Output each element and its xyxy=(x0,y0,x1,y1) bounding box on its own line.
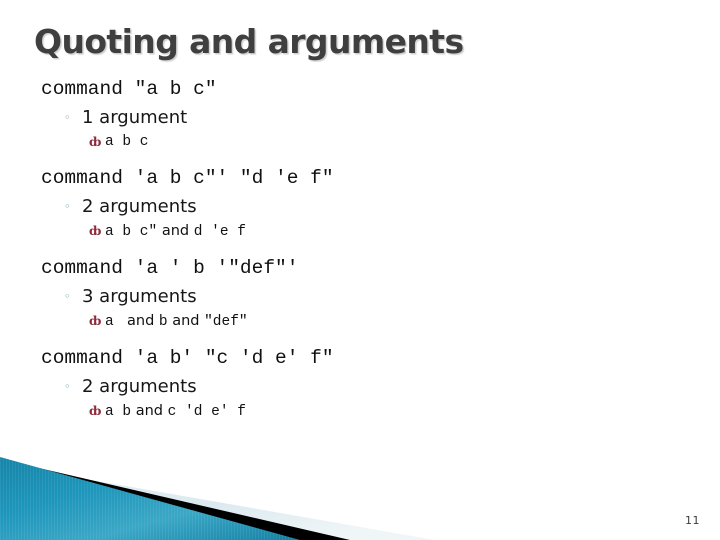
conjunction-and: and xyxy=(122,313,159,329)
command-line: command "a b c" xyxy=(41,78,217,100)
argument-value: a b c xyxy=(105,134,149,150)
command-line: command 'a b' "c 'd e' f" xyxy=(41,347,334,369)
conjunction-and: and xyxy=(157,223,194,239)
conjunction-and: and xyxy=(131,403,168,419)
argument-count-item: ◦ 2 arguments xyxy=(0,373,720,400)
argument-value: d 'e f xyxy=(193,224,246,240)
hollow-circle-bullet-icon: ◦ xyxy=(64,380,71,393)
command-block: command 'a b' "c 'd e' f" ◦ 2 arguments ȸ a … xyxy=(0,343,720,424)
footer-teal-texture xyxy=(0,457,300,540)
footer-light-triangle xyxy=(0,464,435,540)
page-title: Quoting and arguments xyxy=(34,22,464,61)
slide-body: command "a b c" ◦ 1 argument ȸ a b c command … xyxy=(0,74,720,424)
argument-value: c 'd e' f xyxy=(167,404,246,420)
command-line: command 'a b c"' "d 'e f" xyxy=(41,167,334,189)
argument-result-item: ȸ a b and c 'd e' f xyxy=(0,400,720,424)
argument-count-item: ◦ 3 arguments xyxy=(0,283,720,310)
wingding-bullet-icon: ȸ xyxy=(89,404,101,418)
footer-decoration xyxy=(0,450,720,540)
argument-result-item: ȸa and b and "def" xyxy=(0,310,720,334)
argument-count-item: ◦ 1 argument xyxy=(0,104,720,131)
argument-count-label: 1 argument xyxy=(82,107,188,128)
argument-value: a b xyxy=(105,404,132,420)
footer-black-stripe xyxy=(0,459,350,540)
command-block: command 'a ' b '"def"' ◦ 3 arguments ȸ a and… xyxy=(0,253,720,334)
command-block: command "a b c" ◦ 1 argument ȸ a b c xyxy=(0,74,720,154)
argument-value: a b c" xyxy=(105,224,158,240)
argument-count-label: 2 arguments xyxy=(82,376,197,397)
slide-canvas: Quoting and arguments command "a b c" ◦ 1 … xyxy=(0,0,720,540)
footer-teal-triangle xyxy=(0,457,300,540)
hollow-circle-bullet-icon: ◦ xyxy=(64,111,71,124)
argument-result-item: ȸ a b c" and d 'e f xyxy=(0,220,720,244)
argument-value: "def" xyxy=(204,314,248,330)
hollow-circle-bullet-icon: ◦ xyxy=(64,200,71,213)
argument-result-item: ȸa b c xyxy=(0,131,720,154)
command-block: command 'a b c"' "d 'e f" ◦ 2 arguments ȸ a … xyxy=(0,163,720,244)
page-number: 11 xyxy=(685,514,700,527)
argument-count-label: 3 arguments xyxy=(82,286,197,307)
command-line: command 'a ' b '"def"' xyxy=(41,257,299,279)
hollow-circle-bullet-icon: ◦ xyxy=(64,290,71,303)
wingding-bullet-icon: ȸ xyxy=(89,314,101,328)
argument-value: b xyxy=(158,314,168,330)
wingding-bullet-icon: ȸ xyxy=(89,224,101,238)
argument-value: a xyxy=(105,314,123,330)
argument-count-item: ◦ 2 arguments xyxy=(0,193,720,220)
argument-count-label: 2 arguments xyxy=(82,196,197,217)
footer-decoration-shapes xyxy=(0,457,435,540)
wingding-bullet-icon: ȸ xyxy=(89,135,101,149)
conjunction-and: and xyxy=(167,313,205,329)
